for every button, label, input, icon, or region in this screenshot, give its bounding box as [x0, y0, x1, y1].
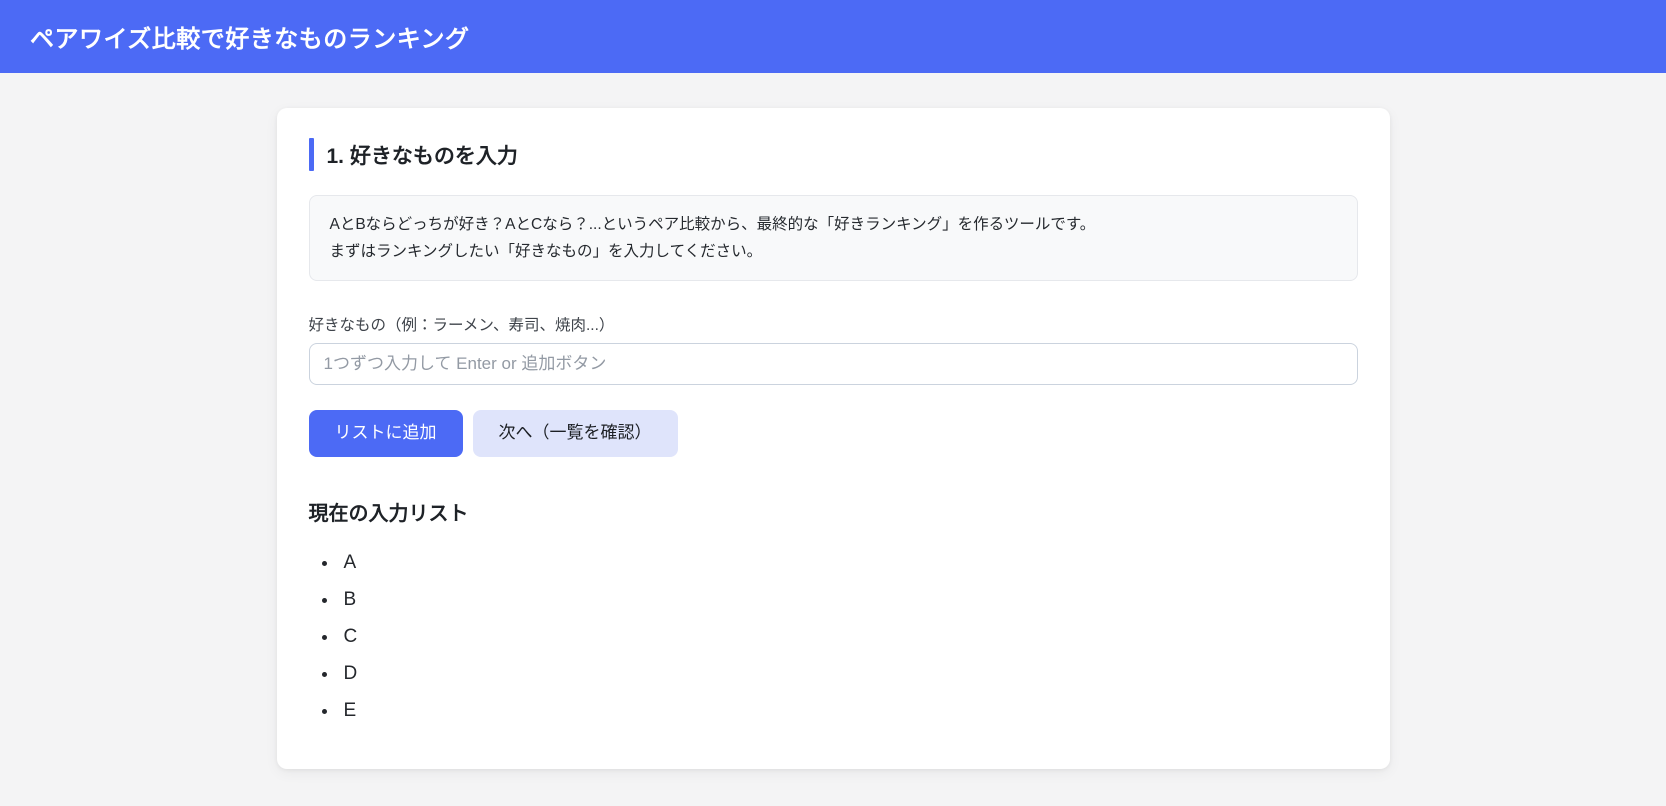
current-list-heading: 現在の入力リスト [309, 497, 1358, 526]
section-title: 1. 好きなものを入力 [327, 140, 518, 170]
add-to-list-button[interactable]: リストに追加 [309, 410, 463, 456]
description-line-1: AとBならどっちが好き？AとCなら？...というペア比較から、最終的な「好きラン… [330, 211, 1337, 238]
app-title: ペアワイズ比較で好きなものランキング [30, 19, 470, 54]
description-box: AとBならどっちが好き？AとCなら？...というペア比較から、最終的な「好きラン… [309, 195, 1358, 281]
section-accent-bar [309, 138, 314, 171]
next-button[interactable]: 次へ（一覧を確認） [473, 410, 678, 456]
main-card: 1. 好きなものを入力 AとBならどっちが好き？AとCなら？...というペア比較… [277, 108, 1390, 769]
current-input-list: A B C D E [309, 552, 1358, 722]
description-line-2: まずはランキングしたい「好きなもの」を入力してください。 [330, 238, 1337, 265]
list-item: B [339, 589, 1358, 611]
item-input-label: 好きなもの（例：ラーメン、寿司、焼肉...） [309, 313, 1358, 335]
app-header: ペアワイズ比較で好きなものランキング [0, 0, 1666, 73]
list-item: A [339, 552, 1358, 574]
item-input[interactable] [309, 343, 1358, 385]
list-item: E [339, 700, 1358, 722]
button-row: リストに追加 次へ（一覧を確認） [309, 410, 1358, 456]
section-title-row: 1. 好きなものを入力 [309, 138, 1358, 171]
list-item: C [339, 626, 1358, 648]
list-item: D [339, 663, 1358, 685]
